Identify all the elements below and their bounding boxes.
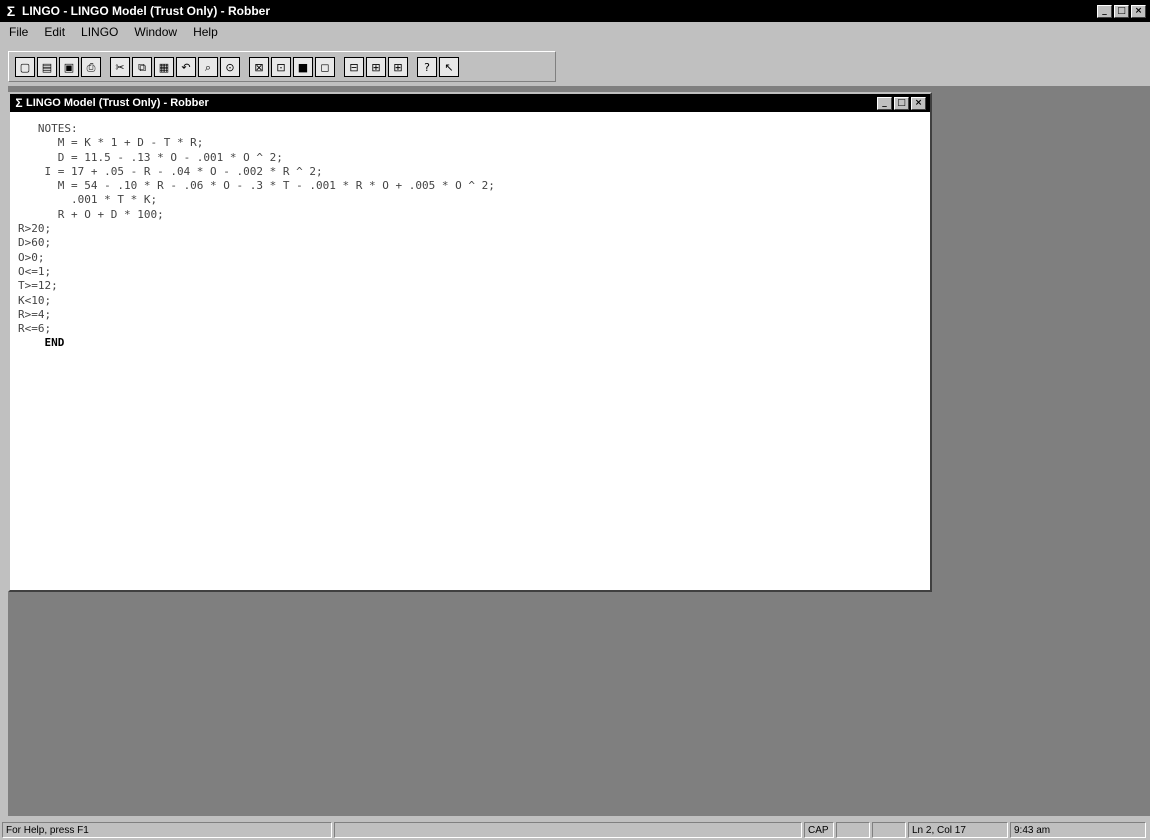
code-line: K<10; [18, 293, 52, 307]
options-icon[interactable]: ⊟ [344, 56, 364, 77]
toolbar-group-window: ⊟ ⊞ ⊞ [344, 56, 408, 77]
code-line: O>0; [18, 250, 45, 264]
toolbar-group-help: ? ↖ [417, 56, 459, 77]
status-scrl [872, 822, 906, 838]
code-line: T>=12; [18, 279, 58, 293]
print-icon[interactable]: ⎙ [81, 56, 101, 77]
status-spacer [334, 822, 802, 838]
maximize-button[interactable]: □ [1114, 4, 1129, 18]
help-icon[interactable]: ? [417, 56, 437, 77]
status-num [836, 822, 870, 838]
model-window-title-bar: Σ LINGO Model (Trust Only) - Robber _ □ … [10, 94, 930, 112]
code-line: O<=1; [18, 264, 52, 278]
save-icon[interactable]: ▣ [59, 56, 79, 77]
model-editor[interactable]: NOTES: M = K * 1 + D - T * R; D = 11.5 -… [18, 122, 922, 584]
toolbar-group-file: ▢ ▤ ▣ ⎙ [15, 56, 101, 77]
maximize-button[interactable]: □ [894, 96, 909, 110]
match-icon[interactable]: ◻ [315, 56, 335, 77]
code-line: .001 * T * K; [18, 193, 158, 207]
sigma-icon: Σ [15, 96, 23, 110]
cut-icon[interactable]: ✂ [110, 56, 130, 77]
cascade-icon[interactable]: ⊞ [388, 56, 408, 77]
report-icon[interactable]: ⊡ [271, 56, 291, 77]
copy-icon[interactable]: ⧉ [132, 56, 152, 77]
code-line: M = 54 - .10 * R - .06 * O - .3 * T - .0… [18, 179, 495, 193]
tile-icon[interactable]: ⊞ [366, 56, 386, 77]
model-window: Σ LINGO Model (Trust Only) - Robber _ □ … [8, 92, 932, 592]
code-line: R>=4; [18, 307, 52, 321]
code-line: I = 17 + .05 - R - .04 * O - .002 * R ^ … [18, 164, 323, 178]
code-line-end: END [18, 336, 65, 350]
paste-icon[interactable]: ▦ [154, 56, 174, 77]
toolbar-group-solve: ⊠ ⊡ ■ ◻ [249, 56, 335, 77]
menu-lingo[interactable]: LINGO [81, 25, 118, 39]
open-file-icon[interactable]: ▤ [37, 56, 57, 77]
mdi-workspace: Σ LINGO Model (Trust Only) - Robber _ □ … [8, 86, 1150, 816]
status-bar: For Help, press F1 CAP Ln 2, Col 17 9:43… [0, 820, 1150, 840]
code-line: M = K * 1 + D - T * R; [18, 136, 204, 150]
close-button[interactable]: × [1131, 4, 1146, 18]
app-title-bar: Σ LINGO - LINGO Model (Trust Only) - Rob… [0, 0, 1150, 22]
app-window-controls: _ □ × [1097, 4, 1146, 18]
goto-icon[interactable]: ⊙ [220, 56, 240, 77]
code-line: R<=6; [18, 322, 52, 336]
minimize-button[interactable]: _ [877, 96, 892, 110]
menu-edit[interactable]: Edit [44, 25, 65, 39]
status-time: 9:43 am [1010, 822, 1146, 838]
model-window-title: LINGO Model (Trust Only) - Robber [26, 97, 209, 109]
code-line: D>60; [18, 236, 52, 250]
code-line: D = 11.5 - .13 * O - .001 * O ^ 2; [18, 150, 283, 164]
menu-help[interactable]: Help [193, 25, 218, 39]
undo-icon[interactable]: ↶ [176, 56, 196, 77]
minimize-button[interactable]: _ [1097, 4, 1112, 18]
model-window-controls: _ □ × [877, 96, 926, 110]
code-line: R>20; [18, 222, 52, 236]
menu-bar: File Edit LINGO Window Help [0, 22, 1150, 42]
code-line: R + O + D * 100; [18, 207, 164, 221]
context-help-icon[interactable]: ↖ [439, 56, 459, 77]
status-help-text: For Help, press F1 [2, 822, 332, 838]
status-position: Ln 2, Col 17 [908, 822, 1008, 838]
solve-icon[interactable]: ⊠ [249, 56, 269, 77]
code-line: NOTES: [18, 122, 78, 135]
status-cap: CAP [804, 822, 834, 838]
window-icon[interactable]: ■ [293, 56, 313, 77]
sigma-icon: Σ [6, 3, 16, 19]
toolbar-group-edit: ✂ ⧉ ▦ ↶ ⌕ ⊙ [110, 56, 240, 77]
app-title: LINGO - LINGO Model (Trust Only) - Robbe… [22, 4, 270, 18]
toolbar: ▢ ▤ ▣ ⎙ ✂ ⧉ ▦ ↶ ⌕ ⊙ ⊠ ⊡ ■ ◻ ⊟ ⊞ ⊞ ? ↖ [8, 51, 556, 82]
menu-file[interactable]: File [9, 25, 28, 39]
close-button[interactable]: × [911, 96, 926, 110]
find-icon[interactable]: ⌕ [198, 56, 218, 77]
menu-window[interactable]: Window [134, 25, 177, 39]
new-file-icon[interactable]: ▢ [15, 56, 35, 77]
